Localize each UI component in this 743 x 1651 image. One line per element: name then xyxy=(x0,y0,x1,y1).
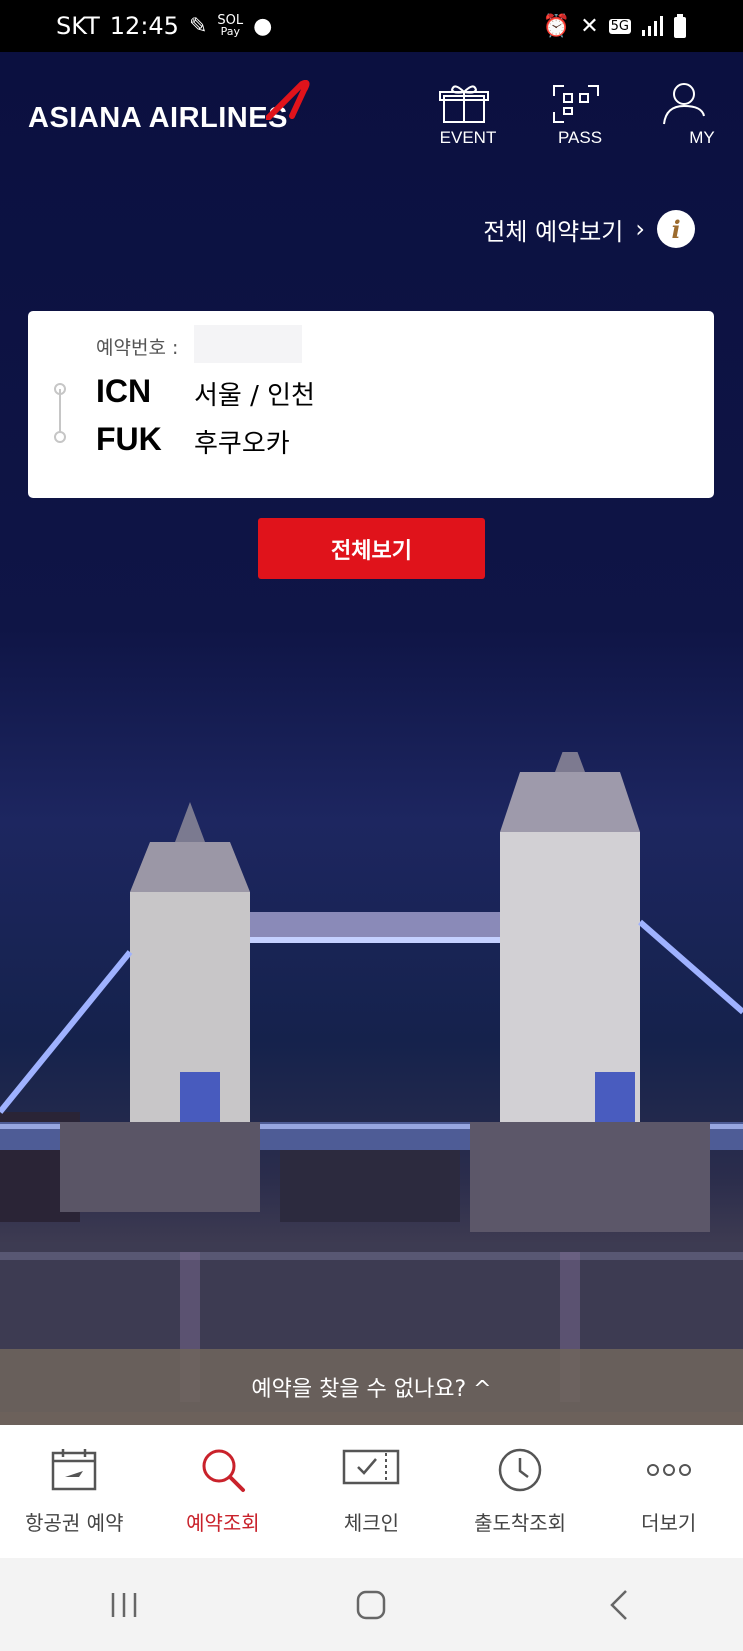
pass-button[interactable]: PASS xyxy=(540,80,620,150)
app-header: ASIANA AIRLINES EVENT PASS MY xyxy=(0,70,743,160)
search-icon xyxy=(202,1449,245,1492)
tower-bridge-image xyxy=(0,752,743,1412)
system-nav-bar xyxy=(0,1558,743,1651)
status-right: ⏰ ✕ 5G xyxy=(543,14,687,39)
pay-label: Pay xyxy=(220,25,240,38)
event-label: EVENT xyxy=(439,128,497,147)
reservation-number-redacted xyxy=(194,325,302,363)
chevron-right-icon: › xyxy=(635,215,645,243)
my-label: MY xyxy=(689,128,715,147)
more-dots-icon xyxy=(646,1464,691,1476)
route-end-dot xyxy=(54,431,66,443)
route-line xyxy=(59,389,61,435)
nav-item-more[interactable]: 더보기 xyxy=(594,1425,743,1558)
ticket-check-icon xyxy=(343,1449,400,1485)
asiana-logo-text[interactable]: ASIANA AIRLINES xyxy=(28,102,288,135)
nav-label-flight-booking: 항공권 예약 xyxy=(25,1511,124,1535)
alarm-icon: ⏰ xyxy=(542,13,571,39)
all-reservations-link[interactable]: 전체 예약보기 › i xyxy=(483,210,695,248)
clock-time: 12:45 xyxy=(109,12,179,40)
qr-pass-icon xyxy=(553,85,599,123)
gift-icon xyxy=(439,85,489,123)
network-badge: 5G xyxy=(608,18,631,34)
nav-item-reservation-lookup[interactable]: 예약조회 xyxy=(149,1425,298,1558)
pay-icon: SOL Pay xyxy=(217,13,244,38)
mute-icon: ✕ xyxy=(580,13,599,39)
destination-code: FUK xyxy=(96,421,162,457)
view-all-button[interactable]: 전체보기 xyxy=(258,518,485,579)
hero-background xyxy=(0,52,743,1425)
carrier-label: SKT xyxy=(56,12,100,40)
person-icon xyxy=(663,83,705,125)
destination-city: 후쿠오카 xyxy=(194,429,290,459)
home-button[interactable] xyxy=(341,1575,401,1635)
bottom-nav: 항공권 예약 예약조회 체크인 출도착조회 더보기 xyxy=(0,1425,743,1558)
nav-label-flight-status: 출도착조회 xyxy=(474,1511,567,1535)
pass-label: PASS xyxy=(557,128,603,147)
status-bar: SKT 12:45 ✎ SOL Pay ● ⏰ ✕ 5G xyxy=(0,0,743,52)
chat-bubble-icon: ● xyxy=(253,13,273,39)
back-icon xyxy=(610,1589,628,1620)
notification-icon: ✎ xyxy=(188,13,208,39)
status-left: SKT 12:45 ✎ SOL Pay ● xyxy=(56,12,272,40)
clock-icon xyxy=(498,1448,542,1492)
signal-icon xyxy=(642,16,663,36)
booking-card[interactable]: 예약번호 : ICN 서울 / 인천 FUK 후쿠오카 xyxy=(28,311,714,498)
origin-code: ICN xyxy=(96,373,152,409)
reservation-not-found-bar[interactable]: 예약을 찾을 수 없나요? ^ xyxy=(0,1349,743,1425)
nav-item-check-in[interactable]: 체크인 xyxy=(297,1425,446,1558)
back-button[interactable] xyxy=(589,1575,649,1635)
nav-label-reservation-lookup: 예약조회 xyxy=(186,1511,260,1535)
nav-label-check-in: 체크인 xyxy=(343,1511,400,1535)
event-button[interactable]: EVENT xyxy=(428,80,508,150)
my-button[interactable]: MY xyxy=(650,80,730,150)
recent-apps-icon xyxy=(111,1592,137,1617)
reservation-number-label: 예약번호 : xyxy=(96,337,179,359)
recent-apps-button[interactable] xyxy=(94,1575,154,1635)
nav-label-more: 더보기 xyxy=(641,1511,697,1535)
home-icon xyxy=(357,1590,386,1619)
nav-item-flight-status[interactable]: 출도착조회 xyxy=(446,1425,595,1558)
asiana-logo-icon xyxy=(266,80,310,120)
battery-icon xyxy=(674,14,686,38)
origin-city: 서울 / 인천 xyxy=(194,381,315,411)
nav-item-flight-booking[interactable]: 항공권 예약 xyxy=(0,1425,149,1558)
calendar-plane-icon xyxy=(52,1449,97,1491)
info-icon[interactable]: i xyxy=(657,210,695,248)
all-reservations-text: 전체 예약보기 xyxy=(483,217,624,246)
